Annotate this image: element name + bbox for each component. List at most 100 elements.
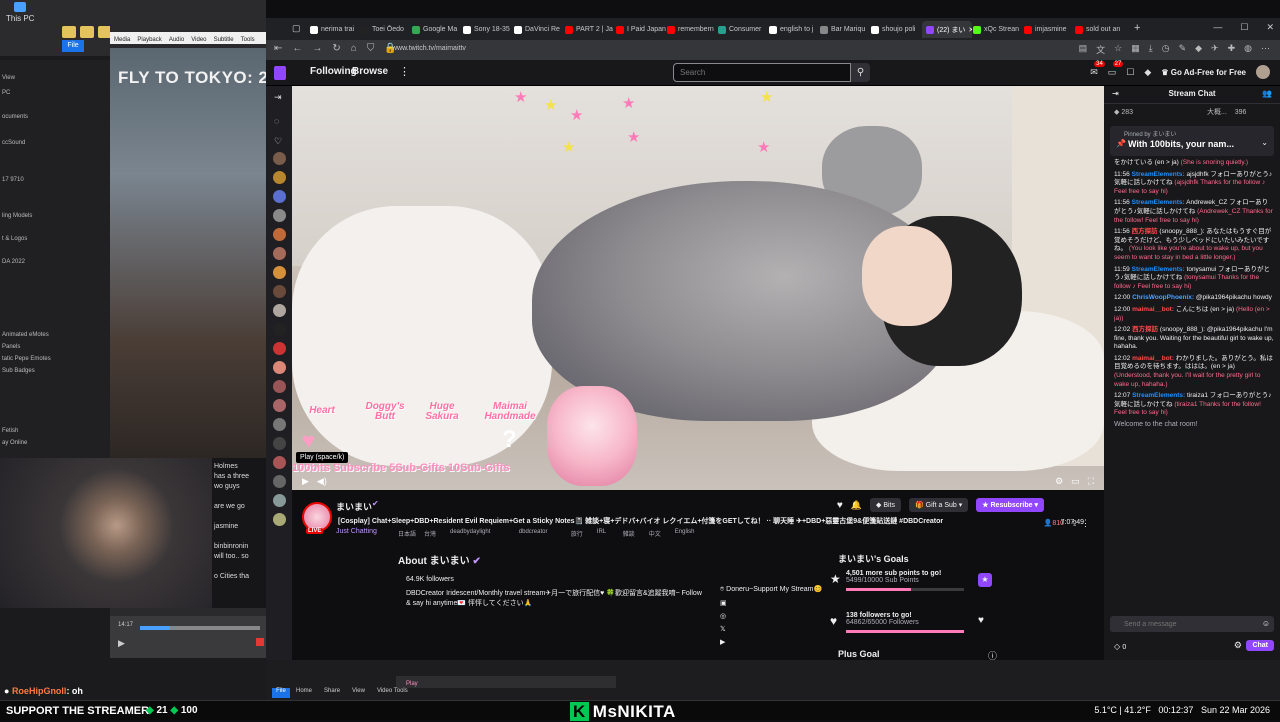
go-ad-free-button[interactable]: ♛ Go Ad-Free for Free xyxy=(1161,68,1246,77)
browser-tab[interactable]: PART 2 | Ja xyxy=(565,21,615,38)
settings-icon[interactable]: ⚙ xyxy=(1055,476,1063,487)
browser-tab[interactable]: english to j xyxy=(769,21,819,38)
ribbon-share[interactable]: Share xyxy=(324,688,340,694)
chat-username[interactable]: StreamElements: xyxy=(1132,199,1185,206)
home-icon[interactable]: ⌂ xyxy=(351,43,357,54)
history-icon[interactable]: ◷ xyxy=(1162,43,1170,56)
browser-tab[interactable]: nerima trai xyxy=(310,21,360,38)
social-link-discord[interactable]: ▣ xyxy=(720,599,822,607)
browser-tab[interactable]: Google Ma xyxy=(412,21,462,38)
followed-channel-avatar[interactable] xyxy=(273,399,286,412)
extension-icon[interactable]: ✈ xyxy=(1211,43,1219,56)
stream-tag[interactable]: 雑談 xyxy=(623,529,635,538)
followed-channel-avatar[interactable] xyxy=(273,209,286,222)
followed-channel-avatar[interactable] xyxy=(273,171,286,184)
menu-tools[interactable]: Tools xyxy=(241,37,255,43)
stream-tag[interactable]: 台灣 xyxy=(424,529,436,538)
explorer-item[interactable]: Animated eMotes xyxy=(2,332,49,338)
chat-username[interactable]: 西方探訪 xyxy=(1132,326,1158,333)
followed-channel-avatar[interactable] xyxy=(273,361,286,374)
followed-channel-avatar[interactable] xyxy=(273,380,286,393)
collections-icon[interactable]: ▦ xyxy=(1131,43,1140,56)
follow-heart-icon[interactable]: ♥ xyxy=(837,500,843,511)
search-button[interactable]: ⚲ xyxy=(851,63,870,82)
pinned-message[interactable]: Pinned by まいまい 📌 With 100bits, your nam.… xyxy=(1110,126,1274,156)
followed-channel-avatar[interactable] xyxy=(273,342,286,355)
subscribe-star-icon[interactable]: ★ xyxy=(978,573,992,587)
shield-icon[interactable]: ⛉ xyxy=(367,43,375,54)
chat-username[interactable]: StreamElements: xyxy=(1132,392,1185,399)
browser-tab[interactable]: Consumer xyxy=(718,21,768,38)
browser-tab[interactable]: shoujo poli xyxy=(871,21,921,38)
browser-tab[interactable]: xQc Strean xyxy=(973,21,1023,38)
followed-channel-avatar[interactable] xyxy=(273,228,286,241)
reload-icon[interactable]: ↻ xyxy=(332,43,340,54)
bits-button[interactable]: ◆ Bits xyxy=(869,498,901,512)
followed-channel-avatar[interactable] xyxy=(273,437,286,450)
menu-icon[interactable]: ⋯ xyxy=(1261,43,1270,56)
explorer-item[interactable]: ocuments xyxy=(2,114,28,120)
chat-username[interactable]: ChrisWoopPhoenix: xyxy=(1132,294,1194,301)
minimize-icon[interactable]: — xyxy=(1213,22,1222,33)
browser-tab[interactable]: Bar Mariqu xyxy=(820,21,870,38)
followed-channel-avatar[interactable] xyxy=(273,323,286,336)
followed-channel-avatar[interactable] xyxy=(273,418,286,431)
followed-channel-avatar[interactable] xyxy=(273,494,286,507)
explorer-item[interactable]: tatic Pepe Emotes xyxy=(2,356,51,362)
social-link-doneru[interactable]: ⌾ Doneru~Support My Stream😊 xyxy=(720,585,822,594)
nav-following[interactable]: Following xyxy=(310,66,357,77)
social-link-instagram[interactable]: ◎ xyxy=(720,612,822,620)
explorer-item[interactable]: ccSound xyxy=(2,140,25,146)
browser-tab[interactable]: (22) まい ✕ xyxy=(922,21,972,38)
user-avatar[interactable] xyxy=(1256,65,1270,79)
browser-tab[interactable]: Sony 18-35 xyxy=(463,21,513,38)
chat-username[interactable]: 西方探訪 xyxy=(1132,228,1158,235)
stream-tag[interactable]: 日本語 xyxy=(398,529,416,538)
menu-subtitle[interactable]: Subtitle xyxy=(214,37,234,43)
stream-tag[interactable]: 旅行 xyxy=(571,529,583,538)
chat-username[interactable]: maimai__bot: xyxy=(1132,306,1174,313)
tab-list-icon[interactable]: ▢ xyxy=(292,23,301,34)
stop-record-icon[interactable] xyxy=(256,638,264,646)
explorer-item[interactable]: View xyxy=(2,75,15,81)
followed-channel-avatar[interactable] xyxy=(273,247,286,260)
ribbon-video-tools[interactable]: Video Tools xyxy=(377,688,408,694)
users-icon[interactable]: 👥 xyxy=(1262,89,1272,98)
explorer-item[interactable]: 17 9710 xyxy=(2,177,24,183)
play-icon[interactable]: ▶ xyxy=(302,476,309,487)
close-icon[interactable]: ✕ xyxy=(1266,22,1274,33)
explorer-item[interactable]: Panels xyxy=(2,344,20,350)
chat-send-button[interactable]: Chat xyxy=(1246,640,1274,651)
video-player[interactable]: ★ ★ ★ ★ ★ ★ ★ ★ Heart Doggy's Butt Huge … xyxy=(292,86,1104,490)
gift-sub-button[interactable]: 🎁 Gift a Sub ▾ xyxy=(908,498,969,512)
chat-input[interactable] xyxy=(1110,616,1274,632)
followed-channel-avatar[interactable] xyxy=(273,190,286,203)
browser-tab[interactable]: Toei Ōedo xyxy=(361,21,411,38)
inbox-icon[interactable]: ✉ 34 xyxy=(1090,60,1105,78)
search-input[interactable] xyxy=(674,64,850,81)
back-icon[interactable]: ← xyxy=(292,43,302,54)
more-options-icon[interactable]: ⋮ xyxy=(399,65,410,78)
crown-icon[interactable]: ◆ xyxy=(1144,67,1151,78)
heart-icon[interactable]: ♡ xyxy=(274,136,282,147)
file-menu[interactable]: File xyxy=(272,688,290,698)
browser-tab[interactable]: DaVinci Re xyxy=(514,21,564,38)
nav-browse[interactable]: Browse xyxy=(352,66,388,77)
ribbon-home[interactable]: Home xyxy=(296,688,312,694)
browser-tab[interactable]: I Paid Japan xyxy=(616,21,666,38)
profile-icon[interactable]: ◍ xyxy=(1244,43,1252,56)
chat-username[interactable]: StreamElements: xyxy=(1132,266,1185,273)
followed-channel-avatar[interactable] xyxy=(273,285,286,298)
more-options-icon[interactable]: ⋮ xyxy=(1081,518,1090,529)
whispers-icon[interactable]: ▭ 27 xyxy=(1108,60,1124,78)
browser-tab[interactable]: imjasmine xyxy=(1024,21,1074,38)
menu-audio[interactable]: Audio xyxy=(169,37,184,43)
followed-channel-avatar[interactable] xyxy=(273,152,286,165)
explorer-item[interactable]: Sub Badges xyxy=(2,368,35,374)
explorer-tab[interactable]: Play xyxy=(396,676,616,688)
menu-media[interactable]: Media xyxy=(114,37,130,43)
translate-icon[interactable]: 文 xyxy=(1096,43,1105,56)
share-icon[interactable]: ⇪ xyxy=(1071,519,1078,528)
twitch-logo-icon[interactable] xyxy=(274,66,286,80)
stream-tag[interactable]: 中文 xyxy=(649,529,661,538)
